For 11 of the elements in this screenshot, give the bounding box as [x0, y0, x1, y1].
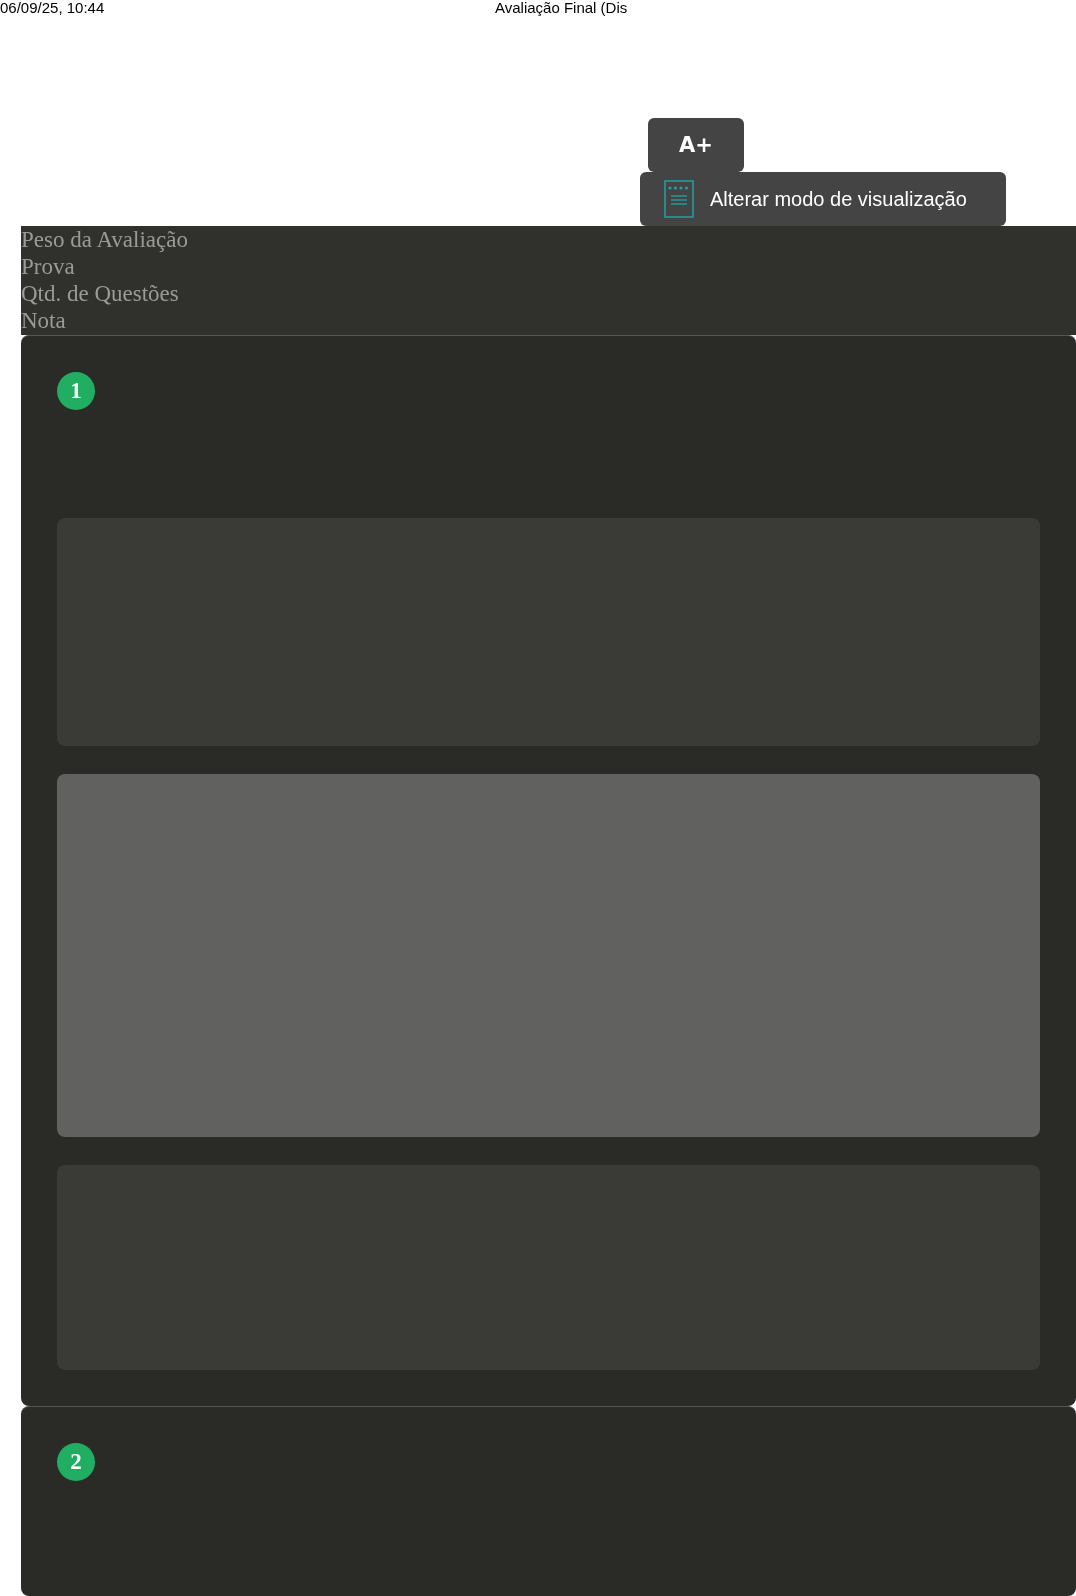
info-label: Nota — [21, 307, 66, 334]
font-size-button[interactable]: A+ — [648, 118, 744, 172]
question-number: 2 — [57, 1443, 95, 1481]
info-label: Peso da Avaliação — [21, 226, 188, 253]
document-icon — [664, 180, 694, 218]
info-label: Prova — [21, 253, 75, 280]
print-title: Avaliação Final (Dis — [495, 0, 628, 15]
info-label: Qtd. de Questões — [21, 280, 179, 307]
question-number: 1 — [57, 372, 95, 410]
print-date: 06/09/25, 10:44 — [0, 0, 106, 15]
view-mode-button[interactable]: Alterar modo de visualização — [640, 172, 1006, 226]
